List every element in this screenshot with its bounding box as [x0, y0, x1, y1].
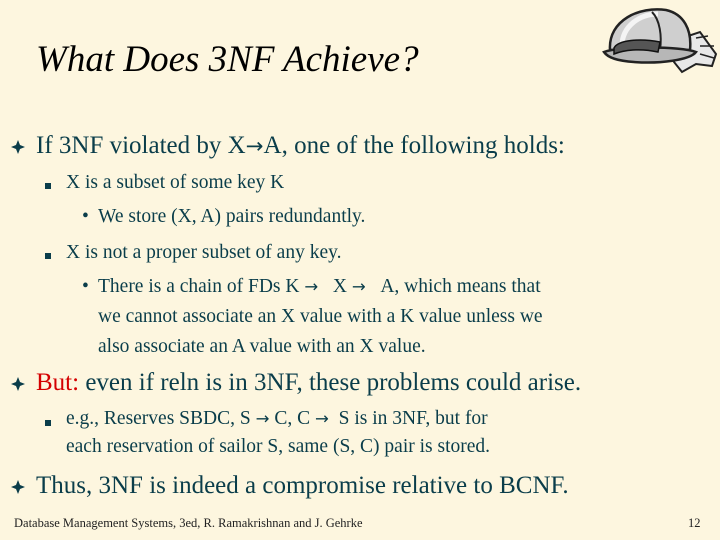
arrow-icon: → — [315, 409, 329, 428]
sub-text-c: S is in 3NF, but for — [338, 408, 488, 429]
dot-bullet-icon: • — [82, 206, 89, 227]
bullet-2: But: even if reln is in 3NF, these probl… — [11, 369, 582, 397]
arrow-icon: → — [304, 277, 319, 296]
sub-text-b: C, C — [274, 408, 311, 429]
diamond-bullet-icon — [11, 377, 25, 391]
bullet-2-sub: e.g., Reserves SBDC, S → C, C → S is in … — [66, 408, 488, 430]
but-label: But: — [36, 369, 80, 396]
bullet-1: If 3NF violated by X→A, one of the follo… — [11, 132, 565, 160]
diamond-bullet-icon — [11, 480, 25, 494]
sub-text-a: e.g., Reserves SBDC, S — [66, 408, 251, 429]
bullet-1-sub-1-dot: • We store (X, A) pairs redundantly. — [82, 206, 365, 228]
bullet-2-sub-line-2: each reservation of sailor S, same (S, C… — [66, 436, 491, 457]
slide-title: What Does 3NF Achieve? — [36, 39, 419, 80]
dot-text-line-3: also associate an A value with an X valu… — [98, 336, 426, 357]
footer-citation: Database Management Systems, 3ed, R. Ram… — [14, 516, 363, 530]
bullet-1-sub-2-dot: • There is a chain of FDs K → X → A, whic… — [82, 276, 541, 298]
dot-text-line-2: we cannot associate an X value with a K … — [98, 306, 543, 327]
bullet-3: Thus, 3NF is indeed a compromise relativ… — [11, 472, 569, 500]
diamond-bullet-icon — [11, 140, 25, 154]
dot-text: We store (X, A) pairs redundantly. — [98, 206, 366, 227]
dot-text-a: There is a chain of FDs K — [98, 276, 300, 297]
bullet-2-text: even if reln is in 3NF, these problems c… — [85, 369, 582, 396]
page-number: 12 — [688, 516, 701, 530]
slide: What Does 3NF Achieve? If 3NF violated b… — [0, 0, 720, 540]
dot-bullet-icon: • — [82, 276, 89, 297]
square-bullet-icon — [45, 253, 51, 259]
bullet-1-text-a: If 3NF violated by X — [36, 132, 246, 159]
hardhat-gloves-icon — [602, 8, 718, 74]
dot-text-c: A, which means that — [380, 276, 541, 297]
dot-text-b: X — [332, 276, 347, 297]
square-bullet-icon — [45, 420, 51, 426]
bullet-1-sub-1: X is a subset of some key K — [66, 172, 285, 193]
arrow-icon: → — [245, 134, 264, 159]
arrow-icon: → — [351, 277, 366, 296]
bullet-3-text: Thus, 3NF is indeed a compromise relativ… — [36, 472, 569, 499]
arrow-icon: → — [255, 409, 270, 428]
square-bullet-icon — [45, 183, 51, 189]
bullet-1-text-b: A, one of the following holds: — [263, 132, 565, 159]
bullet-1-sub-2: X is not a proper subset of any key. — [66, 242, 342, 263]
